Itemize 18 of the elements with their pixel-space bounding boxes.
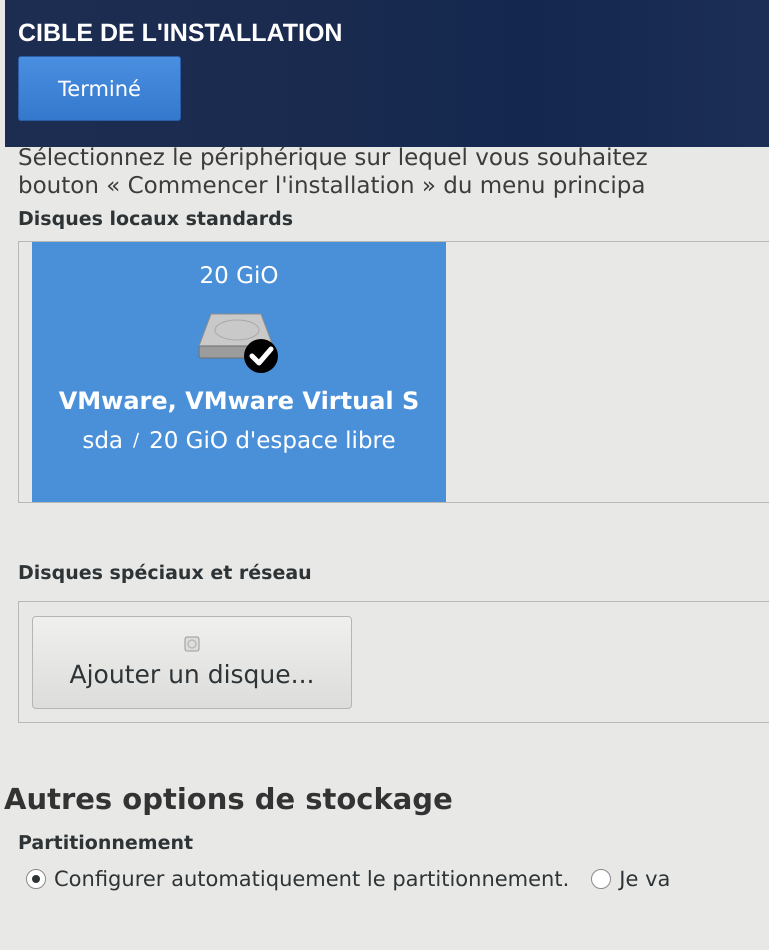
separator: / (133, 429, 140, 453)
intro-text: bouton « Commencer l'installation » du menu principa (18, 172, 647, 201)
done-button[interactable]: Terminé (18, 56, 181, 121)
intro-text: Sélectionnez le périphérique sur lequel vous souhaitez (18, 145, 649, 171)
section-heading: Disques spéciaux et réseau (18, 561, 313, 586)
add-disk-button[interactable]: Ajouter un disque... (32, 616, 352, 709)
free-space: 20 GiO d'espace libre (149, 427, 396, 456)
radio-button[interactable] (591, 869, 612, 889)
disk-size: 20 GiO (200, 262, 278, 291)
section-heading: Partitionnement (18, 831, 194, 856)
section-heading: Disques locaux standards (18, 207, 294, 232)
radio-option[interactable]: Configurer automatiquement le partitionnement. (26, 867, 570, 891)
radio-option[interactable]: Je va (591, 867, 670, 891)
device-name: sda (82, 427, 124, 456)
radio-button[interactable] (26, 869, 46, 889)
section-title: Autres options de stockage (4, 781, 454, 818)
disk-name: VMware, VMware Virtual S (58, 386, 420, 417)
window-title: CIBLE DE L'INSTALLATION (18, 18, 344, 49)
